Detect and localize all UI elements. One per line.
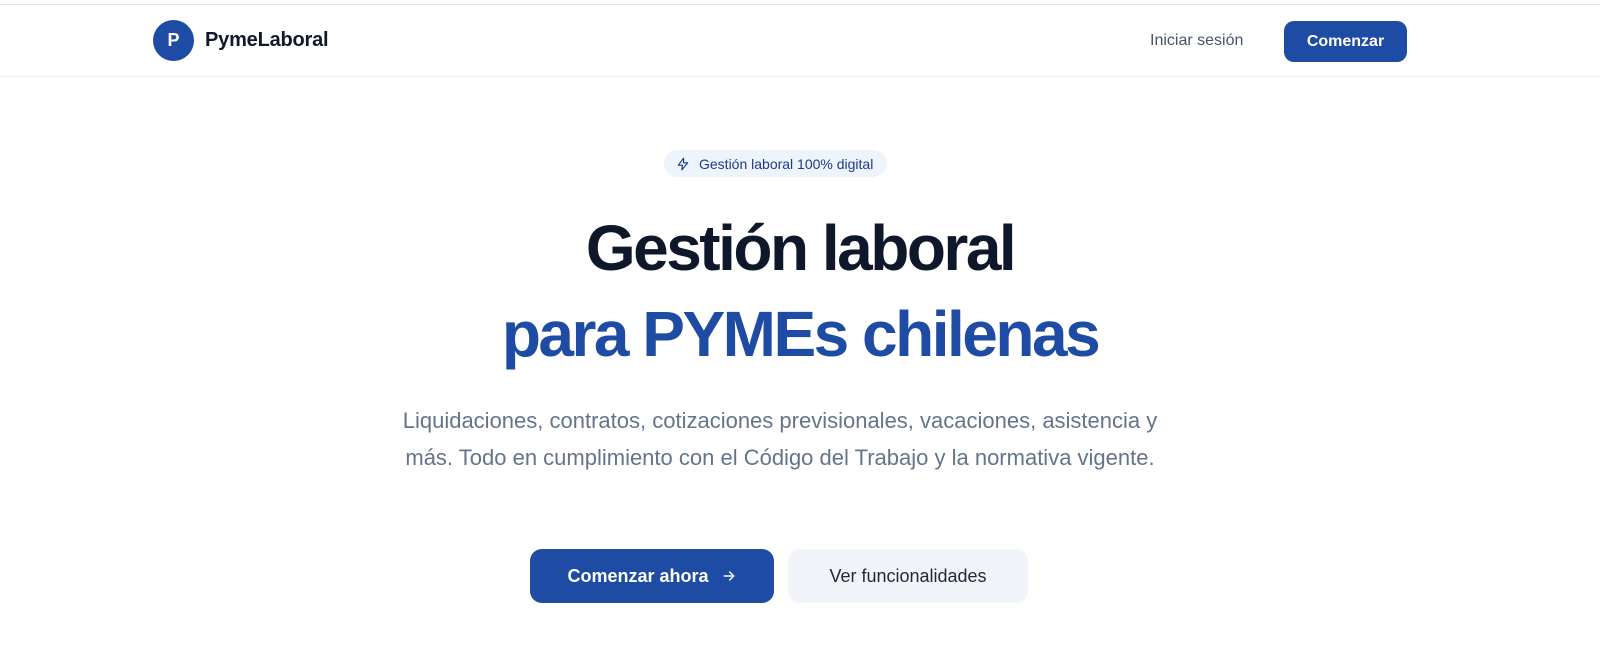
view-features-button[interactable]: Ver funcionalidades xyxy=(788,549,1028,603)
start-now-button[interactable]: Comenzar ahora xyxy=(530,549,774,603)
lightning-bolt-icon xyxy=(676,157,690,171)
arrow-right-icon xyxy=(721,568,737,584)
feature-badge: Gestión laboral 100% digital xyxy=(664,150,888,177)
start-now-label: Comenzar ahora xyxy=(567,565,709,586)
navbar: P PymeLaboral Iniciar sesión Comenzar xyxy=(0,5,1600,77)
brand[interactable]: P PymeLaboral xyxy=(153,20,329,61)
login-link[interactable]: Iniciar sesión xyxy=(1150,32,1243,50)
brand-name: PymeLaboral xyxy=(205,29,329,51)
hero-title-line1: Gestión laboral xyxy=(585,212,1017,284)
badge-text: Gestión laboral 100% digital xyxy=(699,155,874,172)
logo: P xyxy=(153,20,194,61)
get-started-nav-button[interactable]: Comenzar xyxy=(1284,21,1407,62)
hero-subtitle: Liquidaciones, contratos, cotizaciones p… xyxy=(402,408,1158,470)
hero-title-line2: para PYMEs chilenas xyxy=(501,298,1101,370)
